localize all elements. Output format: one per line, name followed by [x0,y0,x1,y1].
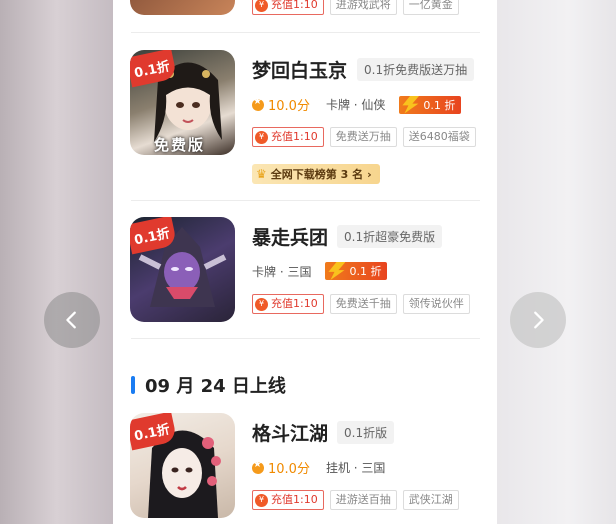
discount-badge: 0.1 折 [325,262,388,280]
previous-button[interactable] [44,292,100,348]
game-title[interactable]: 梦回白玉京 [252,56,347,83]
recharge-tag: ¥ 充值1:10 [252,0,324,15]
score: 10.0分 [252,458,310,477]
feature-tag: 一亿黄金 [402,0,459,15]
lightning-icon [328,262,346,280]
coin-icon: ¥ [255,0,268,12]
tag-row: ¥ 充值1:10 进游送百抽 武侠江湖 [252,490,459,510]
section-accent-bar [131,376,135,394]
game-thumbnail[interactable] [130,0,235,15]
tag-row: ¥ 充值1:10 免费送万抽 送6480福袋 [252,127,476,147]
genre-label: 挂机 · 三国 [325,461,386,475]
section-header: 09 月 24 日上线 [131,372,286,398]
recharge-tag: ¥ 充值1:10 [252,294,324,314]
star-icon [252,96,264,111]
blurred-background-left [0,0,113,524]
star-icon [252,459,264,474]
coin-icon: ¥ [255,130,268,144]
rank-badge[interactable]: ♛ 全网下载榜第 3 名 › [252,164,380,184]
discount-badge-label: 0.1 折 [423,98,456,112]
game-subtitle-badge: 0.1折免费版送万抽 [357,58,475,81]
rank-label: 全网下载榜第 3 名 [270,168,364,181]
chevron-right-icon [534,311,544,329]
feature-tag: 免费送千抽 [329,294,397,314]
recharge-label: 充值1:10 [271,130,318,143]
free-version-label: 免费版 [154,136,206,154]
game-subtitle-badge: 0.1折超豪免费版 [337,225,443,248]
discount-badge-label: 0.1 折 [349,265,382,278]
discount-badge: 0.1 折 [399,95,462,114]
game-thumbnail[interactable]: 0.1折 免费版 [130,50,235,155]
divider [131,200,480,201]
recharge-label: 充值1:10 [271,0,318,11]
feature-tag: 进游戏武将 [329,0,397,15]
recharge-label: 充值1:10 [271,297,318,310]
game-title[interactable]: 格斗江湖 [252,419,328,446]
score-value: 10.0分 [268,462,310,477]
feature-tag: 进游送百抽 [329,490,397,510]
feature-tag: 领传说伙伴 [402,294,470,314]
game-meta: 10.0分 卡牌 · 仙侠 0.1 折 [252,95,462,114]
feature-tag: 武侠江湖 [402,490,459,510]
divider [131,32,480,33]
feature-tag: 送6480福袋 [402,127,476,147]
recharge-tag: ¥ 充值1:10 [252,127,324,147]
game-thumbnail[interactable]: 0.1折 [130,217,235,322]
game-thumbnail[interactable]: 0.1折 [130,413,235,518]
genre-label: 卡牌 · 仙侠 [325,98,386,112]
feature-tag: 免费送万抽 [329,127,397,147]
game-meta: 10.0分 挂机 · 三国 [252,458,385,477]
coin-icon: ¥ [255,493,268,507]
coin-icon: ¥ [255,297,268,311]
chevron-left-icon [66,311,76,329]
tag-row: ¥ 充值1:10 免费送千抽 领传说伙伴 [252,294,470,314]
score: 10.0分 [252,95,310,114]
crown-icon: ♛ [256,167,267,181]
game-subtitle-badge: 0.1折版 [337,421,395,444]
genre-label: 卡牌 · 三国 [252,264,312,279]
section-title: 09 月 24 日上线 [145,376,286,397]
score-value: 10.0分 [268,99,310,114]
divider [131,338,480,339]
blurred-background-right [497,0,616,524]
game-list-panel: ¥ 充值1:10 进游戏武将 一亿黄金 0.1折 免费版 梦回白玉京 0.1折免… [113,0,497,524]
recharge-tag: ¥ 充值1:10 [252,490,324,510]
lightning-icon [402,95,420,114]
next-button[interactable] [510,292,566,348]
recharge-label: 充值1:10 [271,493,318,506]
game-meta: 卡牌 · 三国 0.1 折 [252,262,388,280]
game-title[interactable]: 暴走兵团 [252,223,328,250]
tag-row: ¥ 充值1:10 进游戏武将 一亿黄金 [252,0,459,15]
chevron-right-icon: › [367,167,372,181]
